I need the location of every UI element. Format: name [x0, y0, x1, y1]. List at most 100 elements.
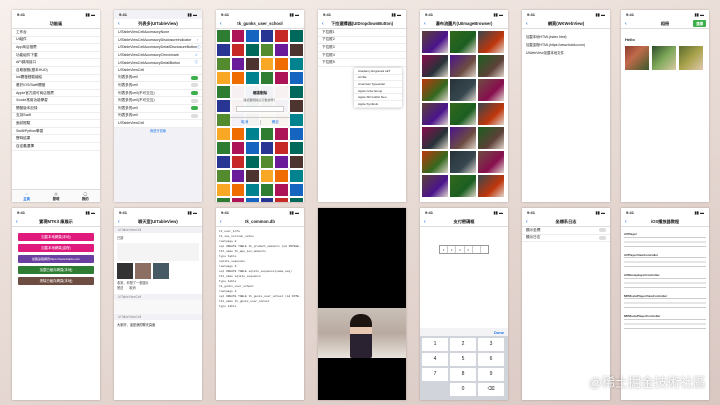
grid-cell[interactable]: [259, 71, 275, 85]
key-button[interactable]: 0: [450, 383, 476, 396]
link-local-html[interactable]: 加載本地HTML(index.html): [526, 33, 606, 41]
grid-cell[interactable]: [259, 43, 275, 57]
cancel-option[interactable]: 取消: [129, 286, 135, 291]
grid-cell[interactable]: [288, 141, 304, 155]
photo-thumb[interactable]: [450, 55, 476, 77]
back-icon[interactable]: ‹: [118, 21, 120, 27]
table-row[interactable]: 列表多的cell(不可交互): [114, 90, 202, 98]
grid-cell[interactable]: [288, 57, 304, 71]
back-icon[interactable]: ‹: [16, 219, 18, 225]
photo-thumb[interactable]: [422, 31, 448, 53]
back-icon[interactable]: ‹: [625, 219, 627, 225]
menu-item[interactable]: 開發版本記錄: [12, 105, 100, 113]
grid-cell[interactable]: [245, 57, 260, 71]
grid-cell[interactable]: [274, 183, 289, 197]
table-row[interactable]: UITableViewCellAccessoryNone: [114, 29, 202, 37]
grid-cell[interactable]: [245, 183, 260, 197]
grid-cell[interactable]: [230, 57, 246, 71]
button-local-page[interactable]: 加載本地網頁(本地): [18, 233, 94, 241]
back-icon[interactable]: ‹: [220, 219, 222, 225]
info-icon[interactable]: ⓘ: [197, 45, 201, 50]
grid-cell[interactable]: [216, 57, 231, 71]
grid-cell[interactable]: [259, 183, 275, 197]
menu-item[interactable]: 面試經驗: [12, 120, 100, 128]
key-button[interactable]: 2: [450, 338, 476, 351]
grid-cell[interactable]: [245, 29, 260, 43]
photo-thumb[interactable]: [450, 175, 476, 197]
select-button[interactable]: 選擇: [693, 20, 706, 27]
chat-image-1[interactable]: [117, 263, 133, 279]
back-icon[interactable]: ‹: [220, 21, 222, 27]
photo-thumb[interactable]: [450, 127, 476, 149]
photo-thumb[interactable]: [478, 31, 504, 53]
link-remote-html[interactable]: 加載遠程HTML(https://www.baidu.com): [526, 41, 606, 49]
grid-cell[interactable]: [230, 71, 246, 85]
back-icon[interactable]: ‹: [625, 21, 627, 27]
chat-image-3[interactable]: [153, 263, 169, 279]
table-row[interactable]: UITableViewCellAccessoryDetailButton ⓘ: [114, 59, 202, 67]
table-row[interactable]: UITableViewCellAccessoryDetailDisclosure…: [114, 44, 202, 52]
back-icon[interactable]: ‹: [526, 21, 528, 27]
table-row[interactable]: UITableViewCell: [114, 67, 202, 75]
chat-image-2[interactable]: [135, 263, 151, 279]
back-icon[interactable]: ‹: [526, 219, 528, 225]
photo-thumb[interactable]: [422, 79, 448, 101]
table-row[interactable]: 列表多的cell: [114, 82, 202, 90]
grid-cell[interactable]: [274, 141, 289, 155]
tab-me[interactable]: ◯ 我的: [82, 192, 89, 201]
grid-cell[interactable]: [216, 113, 231, 127]
tab-discover[interactable]: ◎ 發現: [53, 192, 60, 201]
grid-cell[interactable]: [216, 169, 231, 183]
grid-cell[interactable]: [259, 155, 275, 169]
photo-thumb[interactable]: [422, 175, 448, 197]
menu-item[interactable]: Apple官方認可商店推薦: [12, 90, 100, 98]
table-row[interactable]: UITableViewCellAccessoryCheckmark ✓: [114, 52, 202, 60]
grid-cell[interactable]: [288, 183, 304, 197]
photo-1[interactable]: [625, 46, 649, 70]
photo-thumb[interactable]: [422, 151, 448, 173]
grid-cell[interactable]: [216, 127, 231, 141]
grid-cell[interactable]: [245, 141, 260, 155]
button-remote-page[interactable]: 加載本地網頁(遠程): [18, 244, 94, 252]
grid-cell[interactable]: [288, 197, 304, 202]
grid-cell[interactable]: [245, 169, 260, 183]
key-button[interactable]: 7: [422, 368, 448, 381]
toggle-switch[interactable]: [191, 91, 198, 96]
key-button[interactable]: 8: [450, 368, 476, 381]
menu-item[interactable]: Swift/Python學習: [12, 128, 100, 136]
grid-cell[interactable]: [216, 71, 231, 85]
video-frame[interactable]: [318, 308, 406, 358]
photo-thumb[interactable]: [450, 103, 476, 125]
button-clear-cache[interactable]: 清除已緩存網頁(本地): [18, 277, 94, 285]
key-button[interactable]: 6: [478, 353, 504, 366]
toggle-switch[interactable]: [191, 106, 198, 111]
table-row[interactable]: UITableViewCellAccessoryDisclosureIndica…: [114, 37, 202, 45]
dropdown-option[interactable]: Apple Symbols: [354, 101, 402, 108]
menu-item[interactable]: 功能組件下載: [12, 52, 100, 60]
dropdown-option[interactable]: Academy Engraved LET: [354, 68, 402, 75]
grid-cell[interactable]: [274, 43, 289, 57]
grid-cell[interactable]: [216, 141, 231, 155]
dropdown-row[interactable]: 下拉框4: [318, 52, 406, 60]
dropdown-option[interactable]: Apple SD Gothic Neo: [354, 94, 402, 101]
key-button[interactable]: 1: [422, 338, 448, 351]
link-uiwebview[interactable]: UIWebView加載本地文件: [526, 49, 606, 57]
dropdown-option[interactable]: Al Nile: [354, 75, 402, 82]
grid-cell[interactable]: [288, 43, 304, 57]
info-icon[interactable]: ⓘ: [194, 60, 198, 65]
grid-cell[interactable]: [216, 85, 231, 99]
photo-thumb[interactable]: [478, 55, 504, 77]
grid-cell[interactable]: [288, 127, 304, 141]
show-coordinates[interactable]: 顯示坐標: [522, 227, 610, 235]
grid-cell[interactable]: [230, 155, 246, 169]
menu-item[interactable]: 實時結果: [12, 135, 100, 143]
dropdown-row[interactable]: 下拉框3: [318, 44, 406, 52]
grid-cell[interactable]: [245, 197, 260, 202]
menu-item[interactable]: Xcode常用功能學習: [12, 97, 100, 105]
key-button[interactable]: 4: [422, 353, 448, 366]
grid-cell[interactable]: [288, 99, 304, 113]
dropdown-option[interactable]: Apple Color Emoji: [354, 88, 402, 95]
table-row[interactable]: 列表多的cell(不可交互): [114, 97, 202, 105]
table-row[interactable]: UITableViewCell: [114, 120, 202, 128]
key-button[interactable]: 9: [478, 368, 504, 381]
